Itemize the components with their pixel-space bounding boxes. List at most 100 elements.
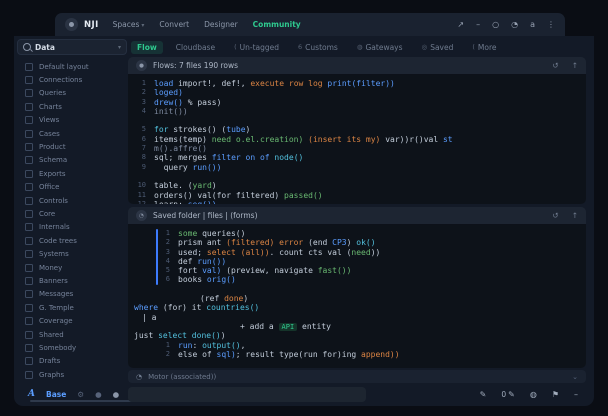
- code-area[interactable]: 1load import!, def!, execute row log pri…: [128, 75, 586, 204]
- menu-item-community[interactable]: Community: [253, 20, 301, 29]
- item-checkbox-icon[interactable]: [25, 304, 33, 312]
- refresh-icon[interactable]: ↺: [552, 211, 558, 220]
- tab-icon: ◎: [422, 43, 428, 51]
- tab-saved[interactable]: ◎Saved: [416, 41, 460, 54]
- item-checkbox-icon[interactable]: [25, 170, 33, 178]
- maximize-icon[interactable]: ○: [492, 21, 499, 29]
- sidebar-item-shared[interactable]: Shared: [18, 328, 124, 341]
- item-checkbox-icon[interactable]: [25, 183, 33, 191]
- item-checkbox-icon[interactable]: [25, 76, 33, 84]
- clock-icon[interactable]: ◔: [511, 21, 518, 29]
- footer-logo[interactable]: A: [28, 389, 35, 399]
- item-checkbox-icon[interactable]: [25, 331, 33, 339]
- sidebar-item-g-temple[interactable]: G. Temple: [18, 301, 124, 314]
- refresh-icon[interactable]: ↺: [552, 61, 558, 70]
- sidebar-item-messages[interactable]: Messages: [18, 288, 124, 301]
- more-icon[interactable]: ⋮: [547, 21, 555, 29]
- item-checkbox-icon[interactable]: [25, 250, 33, 258]
- item-checkbox-icon[interactable]: [25, 344, 33, 352]
- sidebar-item-drafts[interactable]: Drafts: [18, 355, 124, 368]
- item-checkbox-icon[interactable]: [25, 371, 33, 379]
- sidebar-item-coverage[interactable]: Coverage: [18, 314, 124, 327]
- upload-icon[interactable]: ↑: [572, 211, 578, 220]
- tab-flow[interactable]: Flow: [131, 41, 163, 54]
- minimize-icon[interactable]: –: [476, 21, 480, 29]
- sidebar-item-systems[interactable]: Systems: [18, 247, 124, 260]
- sidebar-item-charts[interactable]: Charts: [18, 100, 124, 113]
- pencil-icon[interactable]: ✎: [480, 390, 487, 399]
- panel-header[interactable]: ◔Saved folder | files | (forms)↺↑: [128, 207, 586, 225]
- app-name: NJI: [84, 20, 99, 30]
- code-line: 1run: output(),: [134, 341, 586, 350]
- sidebar-item-views[interactable]: Views: [18, 114, 124, 127]
- sidebar-item-code-trees[interactable]: Code trees: [18, 234, 124, 247]
- tab-customs[interactable]: 6Customs: [292, 41, 344, 54]
- sidebar-item-label: Internals: [39, 223, 70, 231]
- sidebar-item-core[interactable]: Core: [18, 207, 124, 220]
- item-checkbox-icon[interactable]: [25, 143, 33, 151]
- item-checkbox-icon[interactable]: [25, 277, 33, 285]
- item-checkbox-icon[interactable]: [25, 290, 33, 298]
- avatar-dot-icon[interactable]: ●: [113, 390, 120, 399]
- panel-header[interactable]: ●Flows: 7 files 190 rows↺↑: [128, 57, 586, 75]
- item-checkbox-icon[interactable]: [25, 103, 33, 111]
- item-checkbox-icon[interactable]: [25, 223, 33, 231]
- code-area[interactable]: A1some queries()2prism ant (filtered) er…: [128, 225, 586, 368]
- sidebar-item-exports[interactable]: Exports: [18, 167, 124, 180]
- menu-item-convert[interactable]: Convert: [159, 20, 189, 29]
- settings-icon[interactable]: ⚙: [77, 390, 84, 399]
- upload-icon[interactable]: ↑: [572, 61, 578, 70]
- sidebar-item-connections[interactable]: Connections: [18, 73, 124, 86]
- chevron-down-icon[interactable]: ▾: [118, 44, 121, 51]
- minimize-icon[interactable]: –: [574, 390, 578, 399]
- statusbar: ✎ 0✎ ◍ ⚑ –: [128, 385, 588, 403]
- expand-icon[interactable]: ↗: [457, 21, 464, 29]
- sidebar-item-graphs[interactable]: Graphs: [18, 368, 124, 381]
- tab-more[interactable]: (More: [466, 41, 502, 54]
- code-token: ): [212, 181, 217, 190]
- status-dot-icon[interactable]: ●: [95, 390, 102, 399]
- sidebar-item-label: Connections: [39, 76, 82, 84]
- horizontal-scrollbar[interactable]: [30, 400, 132, 402]
- collapsed-panel-bar[interactable]: ◔ Motor (associated)) ⌄: [128, 370, 586, 383]
- sidebar-item-office[interactable]: Office: [18, 181, 124, 194]
- sidebar-item-queries[interactable]: Queries: [18, 87, 124, 100]
- sidebar-item-internals[interactable]: Internals: [18, 221, 124, 234]
- item-checkbox-icon[interactable]: [25, 264, 33, 272]
- sidebar-item-label: Default layout: [39, 63, 89, 71]
- tab-un-tagged[interactable]: (Un-tagged: [228, 41, 285, 54]
- code-token: ; result type(run for)ing: [236, 350, 361, 359]
- item-checkbox-icon[interactable]: [25, 317, 33, 325]
- tab-gateways[interactable]: ◍Gateways: [351, 41, 409, 54]
- sidebar-item-default-layout[interactable]: Default layout: [18, 60, 124, 73]
- account-icon[interactable]: a: [530, 21, 535, 29]
- edit-count-icon[interactable]: 0✎: [501, 390, 514, 399]
- item-checkbox-icon[interactable]: [25, 210, 33, 218]
- sidebar-item-somebody[interactable]: Somebody: [18, 341, 124, 354]
- menu-item-spaces[interactable]: Spaces▾: [113, 20, 145, 29]
- item-checkbox-icon[interactable]: [25, 237, 33, 245]
- expand-icon[interactable]: ⌄: [572, 373, 578, 381]
- flag-icon[interactable]: ⚑: [552, 390, 559, 399]
- sidebar-item-product[interactable]: Product: [18, 140, 124, 153]
- sidebar-item-schema[interactable]: Schema: [18, 154, 124, 167]
- sidebar-item-money[interactable]: Money: [18, 261, 124, 274]
- menu-item-designer[interactable]: Designer: [204, 20, 238, 29]
- item-checkbox-icon[interactable]: [25, 357, 33, 365]
- footer-label[interactable]: Base: [46, 390, 66, 399]
- item-checkbox-icon[interactable]: [25, 63, 33, 71]
- status-input[interactable]: [128, 387, 366, 402]
- tab-cloudbase[interactable]: Cloudbase: [170, 41, 221, 54]
- item-checkbox-icon[interactable]: [25, 130, 33, 138]
- item-checkbox-icon[interactable]: [25, 197, 33, 205]
- sidebar-item-cases[interactable]: Cases: [18, 127, 124, 140]
- sidebar-item-controls[interactable]: Controls: [18, 194, 124, 207]
- item-checkbox-icon[interactable]: [25, 156, 33, 164]
- code-token: sql; merges: [154, 153, 212, 162]
- sidebar-item-banners[interactable]: Banners: [18, 274, 124, 287]
- item-checkbox-icon[interactable]: [25, 89, 33, 97]
- globe-icon[interactable]: ◍: [530, 390, 537, 399]
- item-checkbox-icon[interactable]: [25, 116, 33, 124]
- tab-bar: Flow Cloudbase (Un-tagged 6Customs ◍Gateways…: [131, 39, 503, 55]
- search-input[interactable]: Data ▾: [17, 39, 127, 55]
